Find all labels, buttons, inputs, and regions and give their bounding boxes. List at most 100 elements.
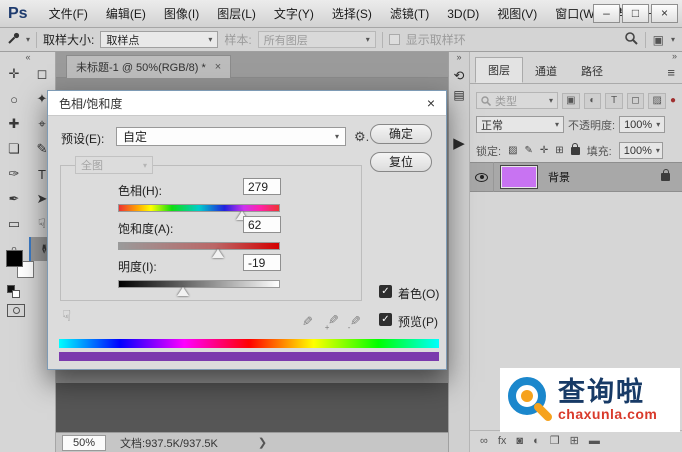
preset-select[interactable]: 自定 ▾ xyxy=(116,127,346,146)
workspace-icon[interactable]: ▣ xyxy=(653,33,664,47)
status-expand-icon[interactable]: ❯ xyxy=(258,436,267,449)
saturation-slider[interactable] xyxy=(118,242,280,250)
hue-slider[interactable] xyxy=(118,204,280,212)
trash-icon[interactable]: ▬ xyxy=(589,435,600,447)
tab-channels[interactable]: 通道 xyxy=(523,59,569,83)
saturation-input[interactable] xyxy=(243,216,281,233)
divider xyxy=(36,32,37,48)
lock-transparent-icon[interactable]: ▨ xyxy=(508,145,517,156)
lasso-tool[interactable]: ○ xyxy=(1,87,27,111)
pen-tool[interactable]: ✒ xyxy=(1,187,27,211)
menu-3d[interactable]: 3D(D) xyxy=(438,7,488,21)
stamp-tool[interactable]: ❏ xyxy=(1,137,27,161)
status-bar: 50% 文档:937.5K/937.5K ❯ xyxy=(56,432,448,452)
lock-artboard-icon[interactable]: ⊞ xyxy=(555,145,563,156)
preview-checkbox[interactable]: ✓ xyxy=(379,313,392,326)
maximize-button[interactable]: □ xyxy=(622,4,649,23)
layer-thumbnail[interactable] xyxy=(500,165,538,189)
properties-panel-icon[interactable]: ▤ xyxy=(449,88,469,102)
chevron-down-icon: ▾ xyxy=(366,35,370,44)
menu-layer[interactable]: 图层(L) xyxy=(208,5,265,22)
fx-icon[interactable]: fx xyxy=(498,435,507,447)
menu-select[interactable]: 选择(S) xyxy=(323,5,381,22)
menu-bar: Ps 文件(F) 编辑(E) 图像(I) 图层(L) 文字(Y) 选择(S) 滤… xyxy=(0,0,682,28)
lightness-slider[interactable] xyxy=(118,280,280,288)
foreground-color-swatch[interactable] xyxy=(6,250,23,267)
menu-file[interactable]: 文件(F) xyxy=(40,5,97,22)
menu-filter[interactable]: 滤镜(T) xyxy=(381,5,438,22)
original-spectrum-bar xyxy=(59,339,439,348)
history-brush-tool[interactable]: ✑ xyxy=(1,162,27,186)
minimize-button[interactable]: – xyxy=(593,4,620,23)
link-icon[interactable]: ∞ xyxy=(480,435,488,447)
expand-dock-icon[interactable]: » xyxy=(449,52,469,62)
chevron-down-icon[interactable]: ▾ xyxy=(671,35,675,44)
blend-row: 正常 ▾ 不透明度: 100% ▾ xyxy=(476,116,676,133)
lock-move-icon[interactable]: ✛ xyxy=(540,145,548,156)
collapse-toolbar-icon[interactable]: « xyxy=(0,52,56,62)
colorize-checkbox[interactable]: ✓ xyxy=(379,285,392,298)
new-layer-icon[interactable]: ⊞ xyxy=(570,434,579,447)
blend-mode-select[interactable]: 正常 ▾ xyxy=(476,116,564,133)
saturation-slider-handle[interactable] xyxy=(212,249,224,258)
filter-type-icon[interactable]: T xyxy=(605,93,623,109)
sample-size-select[interactable]: 取样点 ▾ xyxy=(100,31,218,48)
close-button[interactable]: × xyxy=(651,4,678,23)
gear-icon[interactable]: ⚙. xyxy=(354,129,369,145)
show-ring-checkbox xyxy=(389,34,400,45)
filter-smart-icon[interactable]: ▨ xyxy=(648,93,666,109)
shape-tool[interactable]: ▭ xyxy=(1,212,27,236)
layer-row-background[interactable]: 背景 xyxy=(470,162,682,192)
channel-group: 全图 ▾ 色相(H): 饱和度(A): 明度(I): xyxy=(60,165,362,301)
tab-paths[interactable]: 路径 xyxy=(569,59,615,83)
close-tab-icon[interactable]: × xyxy=(215,61,221,73)
layer-filter-row: 类型 ▾ ▣ ◐ T ◻ ▨ ● xyxy=(476,92,676,109)
eyedropper-icon: ✎ xyxy=(298,316,314,327)
menu-edit[interactable]: 编辑(E) xyxy=(97,5,155,22)
document-tab[interactable]: 未标题-1 @ 50%(RGB/8) * × xyxy=(66,55,231,78)
mask-icon[interactable]: ◙ xyxy=(516,435,523,447)
filter-adjustment-icon[interactable]: ◐ xyxy=(584,93,602,109)
show-ring-label: 显示取样环 xyxy=(406,31,466,48)
ok-button[interactable]: 确定 xyxy=(370,124,432,144)
move-tool[interactable]: ✛ xyxy=(1,62,27,86)
eyedropper-icon[interactable] xyxy=(7,32,20,48)
chaxunla-logo-icon xyxy=(503,372,555,428)
marquee-tool[interactable]: ◻ xyxy=(29,62,55,86)
menu-type[interactable]: 文字(Y) xyxy=(265,5,323,22)
adjustment-icon[interactable]: ◐ xyxy=(533,435,540,447)
lightness-input[interactable] xyxy=(243,254,281,271)
actions-play-icon[interactable]: ▶ xyxy=(449,134,469,152)
sample-size-label: 取样大小: xyxy=(43,31,94,48)
fill-field[interactable]: 100% ▾ xyxy=(619,142,663,159)
filter-shape-icon[interactable]: ◻ xyxy=(627,93,645,109)
healing-tool[interactable]: ✚ xyxy=(1,112,27,136)
filter-toggle-icon[interactable]: ● xyxy=(670,95,676,106)
menu-image[interactable]: 图像(I) xyxy=(155,5,208,22)
group-icon[interactable]: ❒ xyxy=(550,434,560,447)
reset-button[interactable]: 复位 xyxy=(370,152,432,172)
lock-paint-icon[interactable]: ✎ xyxy=(525,145,533,156)
tab-layers[interactable]: 图层 xyxy=(475,57,523,83)
lock-all-icon[interactable] xyxy=(571,147,580,155)
sample-select: 所有图层 ▾ xyxy=(258,31,376,48)
tool-preset-caret-icon[interactable]: ▾ xyxy=(26,35,30,44)
default-colors-icon[interactable] xyxy=(12,290,20,298)
visibility-eye-icon[interactable] xyxy=(475,173,488,182)
search-icon[interactable] xyxy=(624,31,638,48)
background-lock-icon xyxy=(661,173,670,181)
opacity-field[interactable]: 100% ▾ xyxy=(619,116,665,133)
dialog-close-icon[interactable]: × xyxy=(427,95,435,111)
quick-mask-button[interactable] xyxy=(7,304,25,317)
dialog-title-bar[interactable]: 色相/饱和度 × xyxy=(48,91,446,116)
history-panel-icon[interactable]: ⟲ xyxy=(449,68,469,84)
lightness-slider-handle[interactable] xyxy=(177,287,189,296)
filter-type-select: 类型 ▾ xyxy=(476,92,558,109)
filter-pixel-icon[interactable]: ▣ xyxy=(562,93,580,109)
opacity-label: 不透明度: xyxy=(568,117,615,133)
menu-view[interactable]: 视图(V) xyxy=(488,5,546,22)
panel-menu-icon[interactable]: ≡ xyxy=(667,65,675,80)
zoom-level-field[interactable]: 50% xyxy=(62,435,106,451)
hue-input[interactable] xyxy=(243,178,281,195)
eyedropper-plus-icon: ✎+ xyxy=(323,314,341,330)
